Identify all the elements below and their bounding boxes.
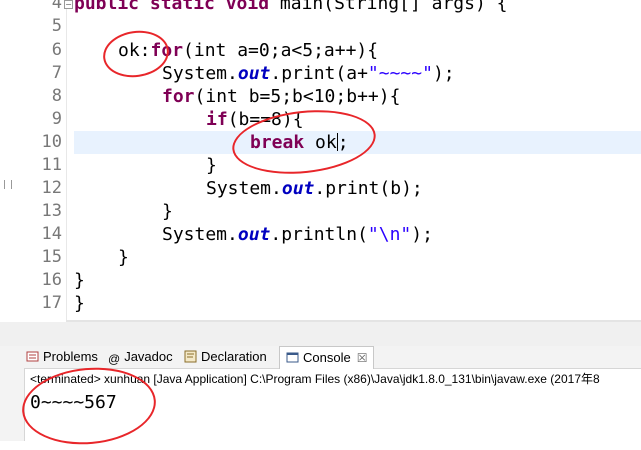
line-number: 16 bbox=[41, 270, 62, 290]
code-line-10: break ok; bbox=[250, 132, 349, 153]
line-number: 6 bbox=[51, 40, 62, 60]
javadoc-icon: @ bbox=[108, 352, 121, 366]
line-number: 8 bbox=[51, 86, 62, 106]
tab-javadoc[interactable]: @ Javadoc bbox=[108, 346, 173, 368]
tab-label: Problems bbox=[43, 349, 98, 364]
code-line-13: } bbox=[162, 201, 173, 222]
fold-collapse-icon[interactable]: − bbox=[64, 0, 73, 9]
code-line-8: for(int b=5;b<10;b++){ bbox=[162, 86, 401, 107]
line-number: 15 bbox=[41, 247, 62, 267]
code-line-12: System.out.print(b); bbox=[206, 178, 423, 199]
tab-declaration[interactable]: Declaration bbox=[184, 346, 267, 368]
overview-ruler bbox=[0, 0, 14, 322]
code-editor[interactable]: 4 5 6 7 8 9 10 11 12 13 14 15 16 17 − pu… bbox=[0, 0, 641, 322]
line-number: 9 bbox=[51, 109, 62, 129]
line-number: 14 bbox=[41, 224, 62, 244]
code-line-17: } bbox=[74, 293, 85, 314]
code-line-16: } bbox=[74, 270, 85, 291]
code-line-14: System.out.println("\n"); bbox=[162, 224, 433, 245]
views-tab-bar: Problems @ Javadoc Declaration Console ☒ bbox=[24, 346, 641, 369]
tab-label: Declaration bbox=[201, 349, 267, 364]
code-line-6: ok:for(int a=0;a<5;a++){ bbox=[118, 40, 379, 61]
problems-icon bbox=[26, 348, 39, 362]
line-number: 13 bbox=[41, 201, 62, 221]
code-line-11: } bbox=[206, 155, 217, 176]
ruler-marker bbox=[4, 180, 12, 189]
current-line-highlight bbox=[74, 131, 641, 154]
code-line-4: public static void main(String[] args) { bbox=[74, 0, 508, 14]
line-number: 5 bbox=[51, 16, 62, 36]
line-number: 17 bbox=[41, 293, 62, 313]
line-number: 11 bbox=[41, 155, 62, 175]
console-output[interactable]: 0~~~~567 bbox=[30, 392, 117, 414]
declaration-icon bbox=[184, 348, 197, 363]
close-icon[interactable]: ☒ bbox=[357, 351, 368, 365]
tab-label: Console bbox=[303, 350, 351, 365]
gutter-divider bbox=[66, 0, 67, 322]
view-sash[interactable] bbox=[0, 322, 641, 346]
console-status: <terminated> xunhuan [Java Application] … bbox=[30, 372, 600, 386]
line-number: 4 bbox=[51, 0, 62, 13]
code-line-7: System.out.print(a+"~~~~"); bbox=[162, 63, 455, 84]
line-number: 10 bbox=[41, 132, 62, 152]
console-icon bbox=[286, 349, 299, 363]
tab-label: Javadoc bbox=[124, 349, 173, 364]
tab-problems[interactable]: Problems bbox=[26, 346, 98, 368]
side-trim bbox=[0, 346, 25, 441]
code-line-15: } bbox=[118, 247, 129, 268]
tab-console[interactable]: Console ☒ bbox=[279, 346, 375, 369]
code-line-9: if(b==8){ bbox=[206, 109, 304, 130]
line-number: 12 bbox=[41, 178, 62, 198]
line-number: 7 bbox=[51, 63, 62, 83]
